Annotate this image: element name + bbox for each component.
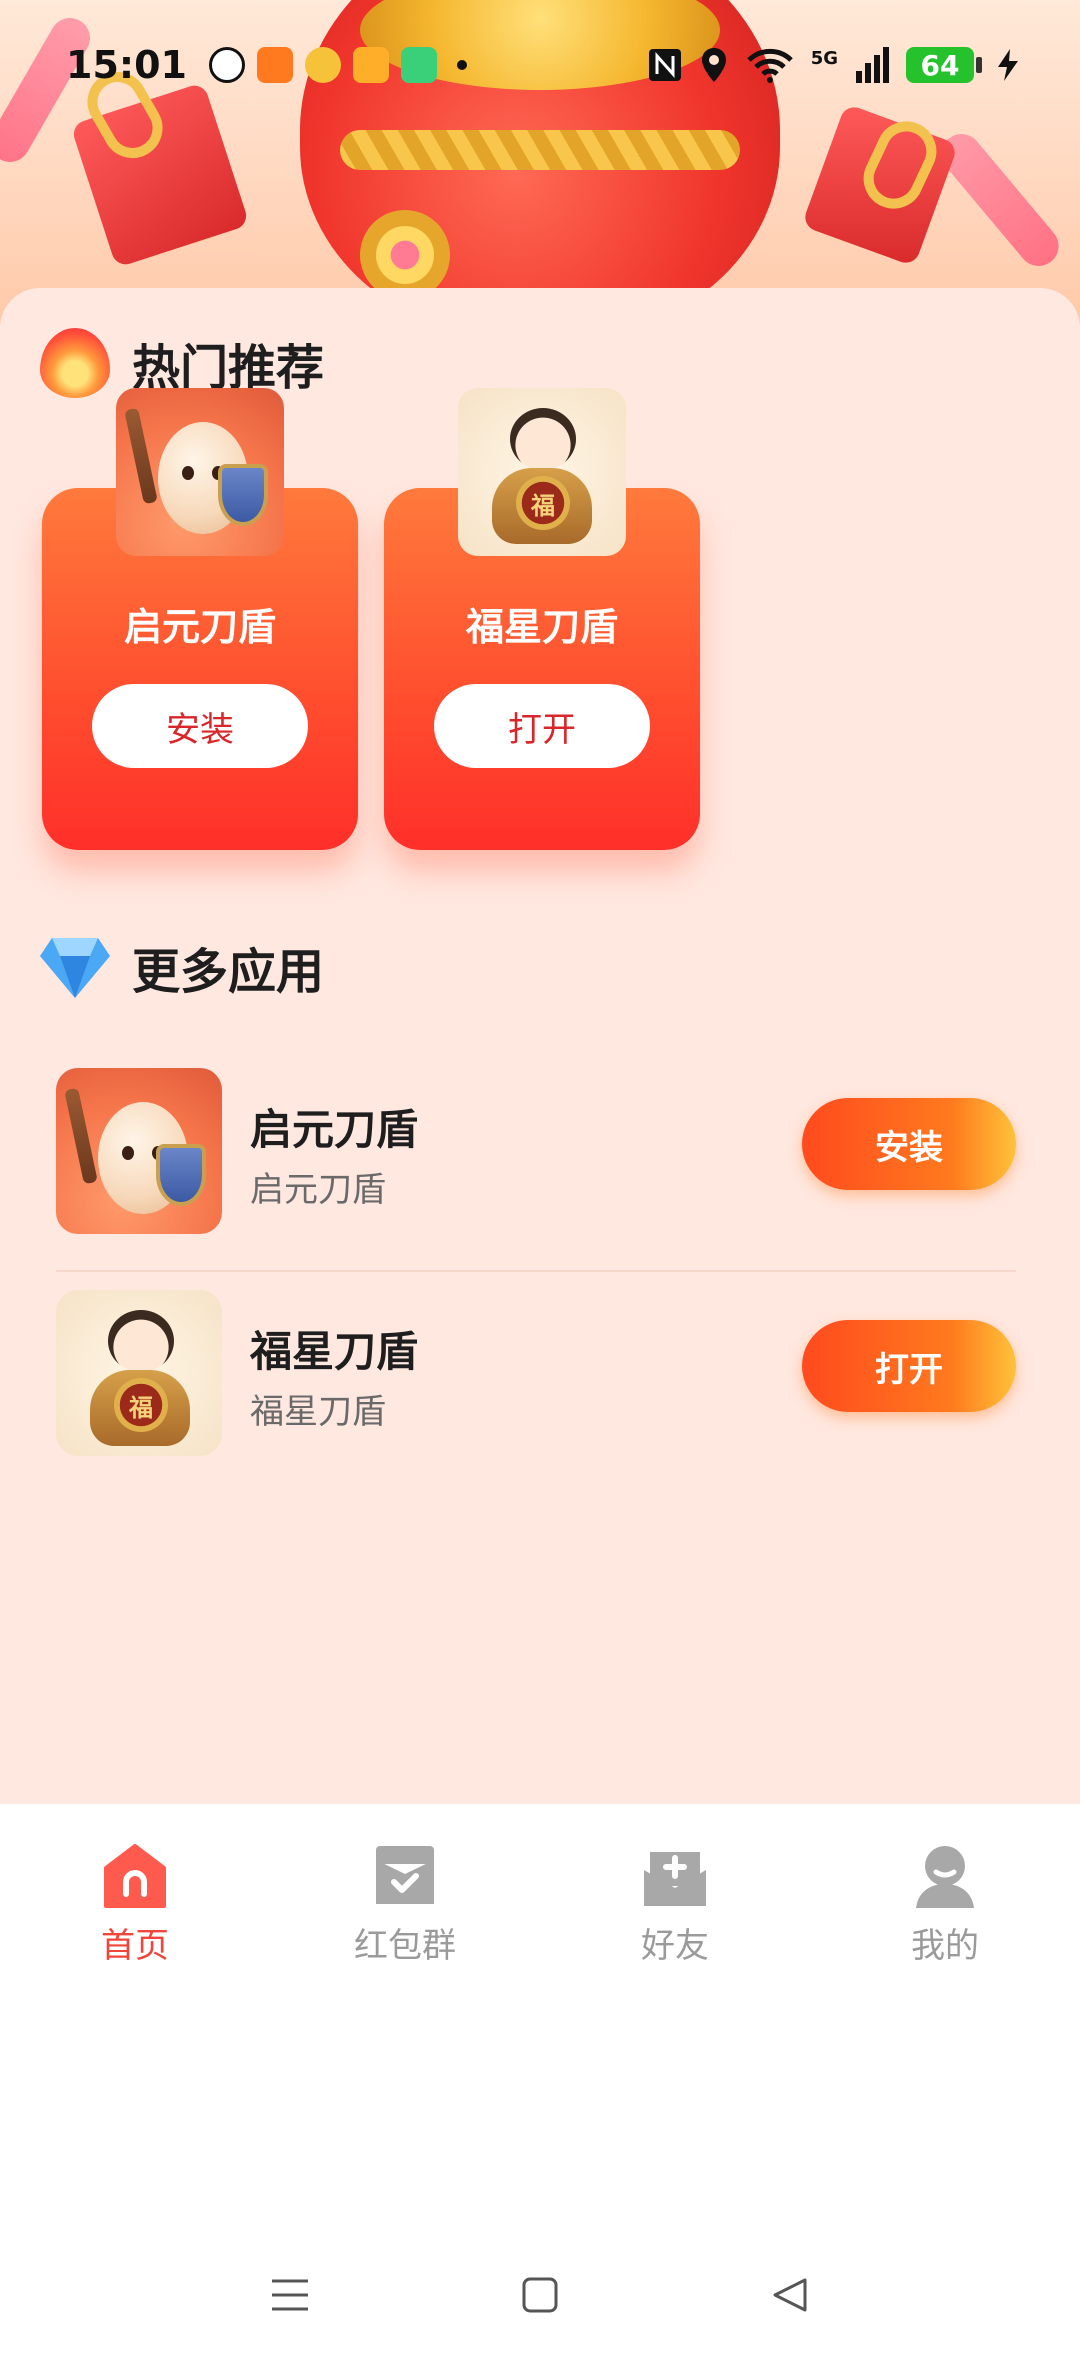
status-bar: 15:01 5G 64 xyxy=(0,0,1080,130)
nav-label: 好友 xyxy=(641,1926,709,1966)
app-screen: 15:01 5G 64 热门推荐 启元刀盾 安装 福 福星刀盾 打开 更多应用 … xyxy=(0,0,1080,2362)
weibo-icon xyxy=(304,47,341,83)
fire-icon xyxy=(40,328,110,398)
home-icon xyxy=(104,1844,166,1908)
signal-icon xyxy=(856,47,889,83)
nav-friends[interactable]: 好友 xyxy=(540,1804,810,1994)
nav-home[interactable]: 首页 xyxy=(0,1804,270,1994)
nav-red-packet-group[interactable]: 红包群 xyxy=(270,1804,540,1994)
back-triangle-icon[interactable] xyxy=(765,2270,815,2320)
more-section-title: 更多应用 xyxy=(132,944,325,1000)
list-item-fuxing[interactable]: 福 福星刀盾 福星刀盾 打开 xyxy=(56,1290,1016,1456)
nfc-icon xyxy=(648,49,681,81)
install-button[interactable]: 安装 xyxy=(802,1098,1016,1190)
wifi-icon xyxy=(746,48,793,83)
more-section-header: 更多应用 xyxy=(40,932,324,1002)
app-subtitle: 福星刀盾 xyxy=(250,1392,386,1432)
app-subtitle: 启元刀盾 xyxy=(250,1170,386,1210)
battery-saver-icon xyxy=(400,47,437,83)
profile-icon xyxy=(916,1846,974,1908)
fox-app-icon xyxy=(352,47,389,83)
hot-card-name: 启元刀盾 xyxy=(123,605,276,649)
status-right-cluster: 5G 64 xyxy=(647,46,1020,84)
hot-card-name: 福星刀盾 xyxy=(465,605,618,649)
system-nav-bar xyxy=(0,2240,1080,2350)
boy-head xyxy=(108,1310,174,1372)
app-thumbnail-egg-warrior xyxy=(56,1068,222,1234)
nav-profile[interactable]: 我的 xyxy=(810,1804,1080,1994)
app-title: 启元刀盾 xyxy=(250,1105,419,1154)
eye xyxy=(182,466,194,480)
sword-icon xyxy=(64,1087,98,1185)
boy-head xyxy=(510,408,576,470)
shield-icon xyxy=(156,1144,206,1206)
install-button[interactable]: 安装 xyxy=(92,684,308,768)
app-thumbnail-egg-warrior xyxy=(116,388,284,556)
nav-label: 红包群 xyxy=(354,1926,456,1966)
diamond-icon xyxy=(40,938,110,998)
open-button[interactable]: 打开 xyxy=(434,684,650,768)
app-thumbnail-lucky-boy: 福 xyxy=(56,1290,222,1456)
list-item-qiyuan[interactable]: 启元刀盾 启元刀盾 安装 xyxy=(56,1068,1016,1234)
shield-icon xyxy=(218,464,268,526)
coin-decoration xyxy=(360,210,450,300)
fu-medal-icon: 福 xyxy=(114,1378,168,1432)
friends-icon xyxy=(644,1852,706,1906)
hot-card-qiyuan[interactable]: 启元刀盾 安装 xyxy=(42,388,358,850)
red-packet-group-icon xyxy=(376,1846,434,1904)
nav-label: 我的 xyxy=(911,1926,979,1966)
location-icon xyxy=(701,48,726,82)
bottom-nav: 首页 红包群 好友 我的 xyxy=(0,1804,1080,1994)
network-type: 5G xyxy=(810,48,838,69)
horse-app-icon xyxy=(256,47,293,83)
charging-icon xyxy=(998,49,1018,81)
list-divider xyxy=(56,1270,1016,1272)
menu-icon[interactable] xyxy=(265,2270,315,2320)
more-notifications-dot xyxy=(456,60,467,70)
qq-icon xyxy=(208,47,245,83)
battery-icon: 64 xyxy=(906,47,982,83)
rope-decoration xyxy=(340,130,740,170)
hot-card-fuxing[interactable]: 福 福星刀盾 打开 xyxy=(384,388,700,850)
eye xyxy=(122,1146,134,1160)
sword-icon xyxy=(124,407,158,505)
nav-label: 首页 xyxy=(101,1926,169,1966)
fu-medal-icon: 福 xyxy=(516,476,570,530)
status-time: 15:01 xyxy=(66,43,187,87)
app-title: 福星刀盾 xyxy=(250,1327,419,1376)
home-square-icon[interactable] xyxy=(515,2270,565,2320)
open-button[interactable]: 打开 xyxy=(802,1320,1016,1412)
main-content: 热门推荐 启元刀盾 安装 福 福星刀盾 打开 更多应用 启元刀盾 启元刀盾 安装… xyxy=(0,288,1080,1804)
app-thumbnail-lucky-boy: 福 xyxy=(458,388,626,556)
